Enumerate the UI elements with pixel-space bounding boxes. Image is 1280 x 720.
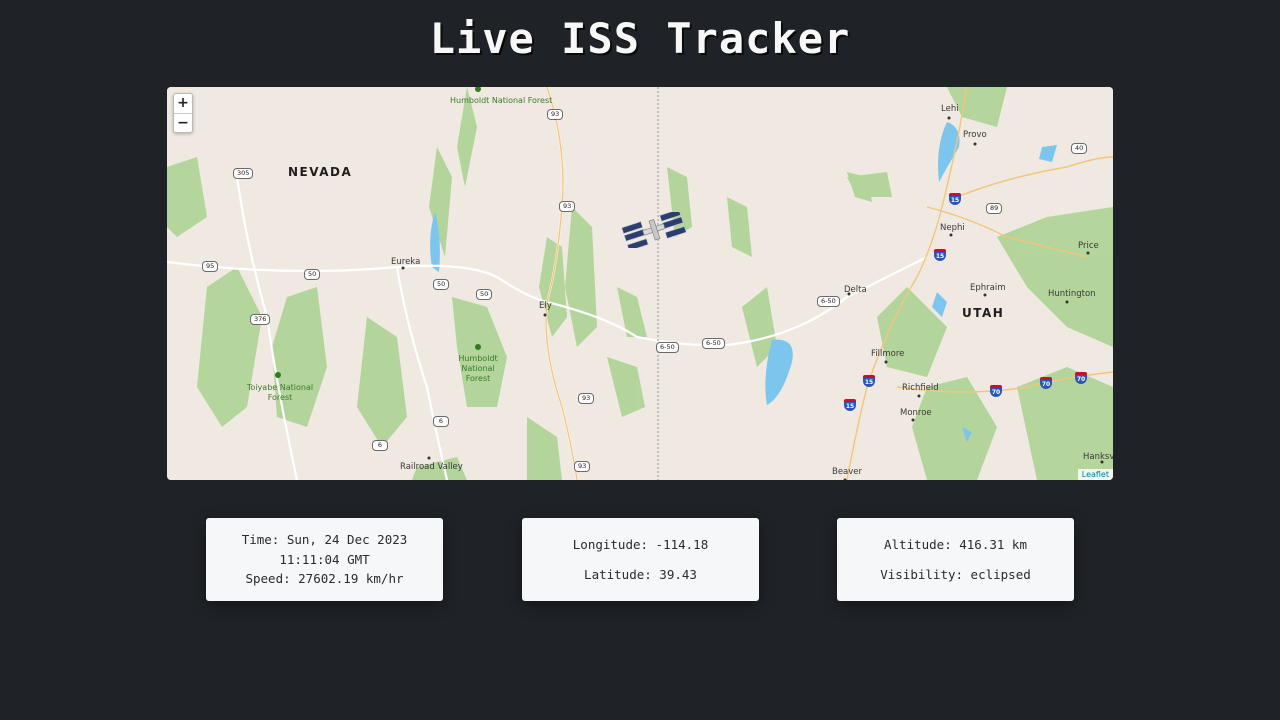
page-title: Live ISS Tracker xyxy=(429,14,851,63)
map[interactable]: + − NEVADA UTAH Humboldt National Forest… xyxy=(167,87,1113,480)
interstate-shield: 70 xyxy=(990,385,1002,397)
route-shield: 50 xyxy=(304,269,321,280)
interstate-shield: 70 xyxy=(1040,377,1052,389)
latitude-text: Latitude: 39.43 xyxy=(584,566,697,582)
route-shield: 93 xyxy=(559,201,576,212)
city-label-fillmore: Fillmore xyxy=(871,349,905,359)
city-label-hanksville: Hanksvil xyxy=(1083,452,1113,462)
visibility-text: Visibility: eclipsed xyxy=(880,566,1031,582)
zoom-control: + − xyxy=(173,93,193,133)
interstate-shield: 15 xyxy=(863,375,875,387)
route-shield: 93 xyxy=(578,393,595,404)
interstate-shield: 70 xyxy=(1075,372,1087,384)
route-shield: 6 xyxy=(372,440,388,451)
city-label-price: Price xyxy=(1078,241,1099,251)
interstate-shield: 15 xyxy=(844,399,856,411)
altitude-text: Altitude: 416.31 km xyxy=(884,537,1027,552)
city-label-lehi: Lehi xyxy=(941,104,959,114)
route-shield: 93 xyxy=(574,461,591,472)
route-shield: 89 xyxy=(986,203,1003,214)
map-attribution-link[interactable]: Leaflet xyxy=(1077,469,1113,480)
longitude-text: Longitude: -114.18 xyxy=(572,537,709,552)
route-shield: 50 xyxy=(433,279,450,290)
route-shield: 6 xyxy=(433,416,449,427)
forest-label-toiyabe: Toiyabe National Forest xyxy=(246,383,314,402)
interstate-shield: 15 xyxy=(934,249,946,261)
route-shield: 40 xyxy=(1071,143,1088,154)
city-label-ephraim: Ephraim xyxy=(970,283,1006,293)
coordinates-card: Longitude: -114.18 Latitude: 39.43 xyxy=(522,518,759,601)
city-label-eureka: Eureka xyxy=(391,257,421,267)
city-label-ely: Ely xyxy=(539,301,552,311)
city-label-railroad-valley: Railroad Valley xyxy=(400,462,463,472)
route-shield: 95 xyxy=(202,261,219,272)
city-label-delta: Delta xyxy=(844,285,867,295)
city-label-nephi: Nephi xyxy=(940,223,965,233)
zoom-out-button[interactable]: − xyxy=(174,113,192,132)
satellite-icon[interactable] xyxy=(621,212,687,248)
route-shield: 305 xyxy=(233,168,254,179)
route-shield: 6-50 xyxy=(656,342,679,353)
zoom-in-button[interactable]: + xyxy=(174,94,192,113)
forest-label-humboldt-north: Humboldt National Forest xyxy=(450,96,553,105)
city-label-beaver: Beaver xyxy=(832,467,863,477)
route-shield: 6-50 xyxy=(817,296,840,307)
interstate-shield: 15 xyxy=(949,193,961,205)
city-label-provo: Provo xyxy=(963,130,987,140)
time-gmt-text: 11:11:04 GMT xyxy=(279,551,370,567)
forest-label-humboldt-south: Humboldt National Forest xyxy=(458,354,498,383)
time-speed-card: Time: Sun, 24 Dec 2023 11:11:04 GMT Spee… xyxy=(206,518,443,601)
route-shield: 50 xyxy=(476,289,493,300)
speed-text: Speed: 27602.19 km/hr xyxy=(245,571,404,587)
city-label-monroe: Monroe xyxy=(900,408,932,418)
route-shield: 93 xyxy=(547,109,564,120)
city-label-richfield: Richfield xyxy=(902,383,939,393)
city-label-huntington: Huntington xyxy=(1048,289,1096,299)
state-label-utah: UTAH xyxy=(962,306,1005,320)
state-label-nevada: NEVADA xyxy=(288,165,353,179)
route-shield: 6-50 xyxy=(702,338,725,349)
time-text: Time: Sun, 24 Dec 2023 xyxy=(241,532,408,548)
altitude-visibility-card: Altitude: 416.31 km Visibility: eclipsed xyxy=(837,518,1074,601)
route-shield: 376 xyxy=(250,314,271,325)
